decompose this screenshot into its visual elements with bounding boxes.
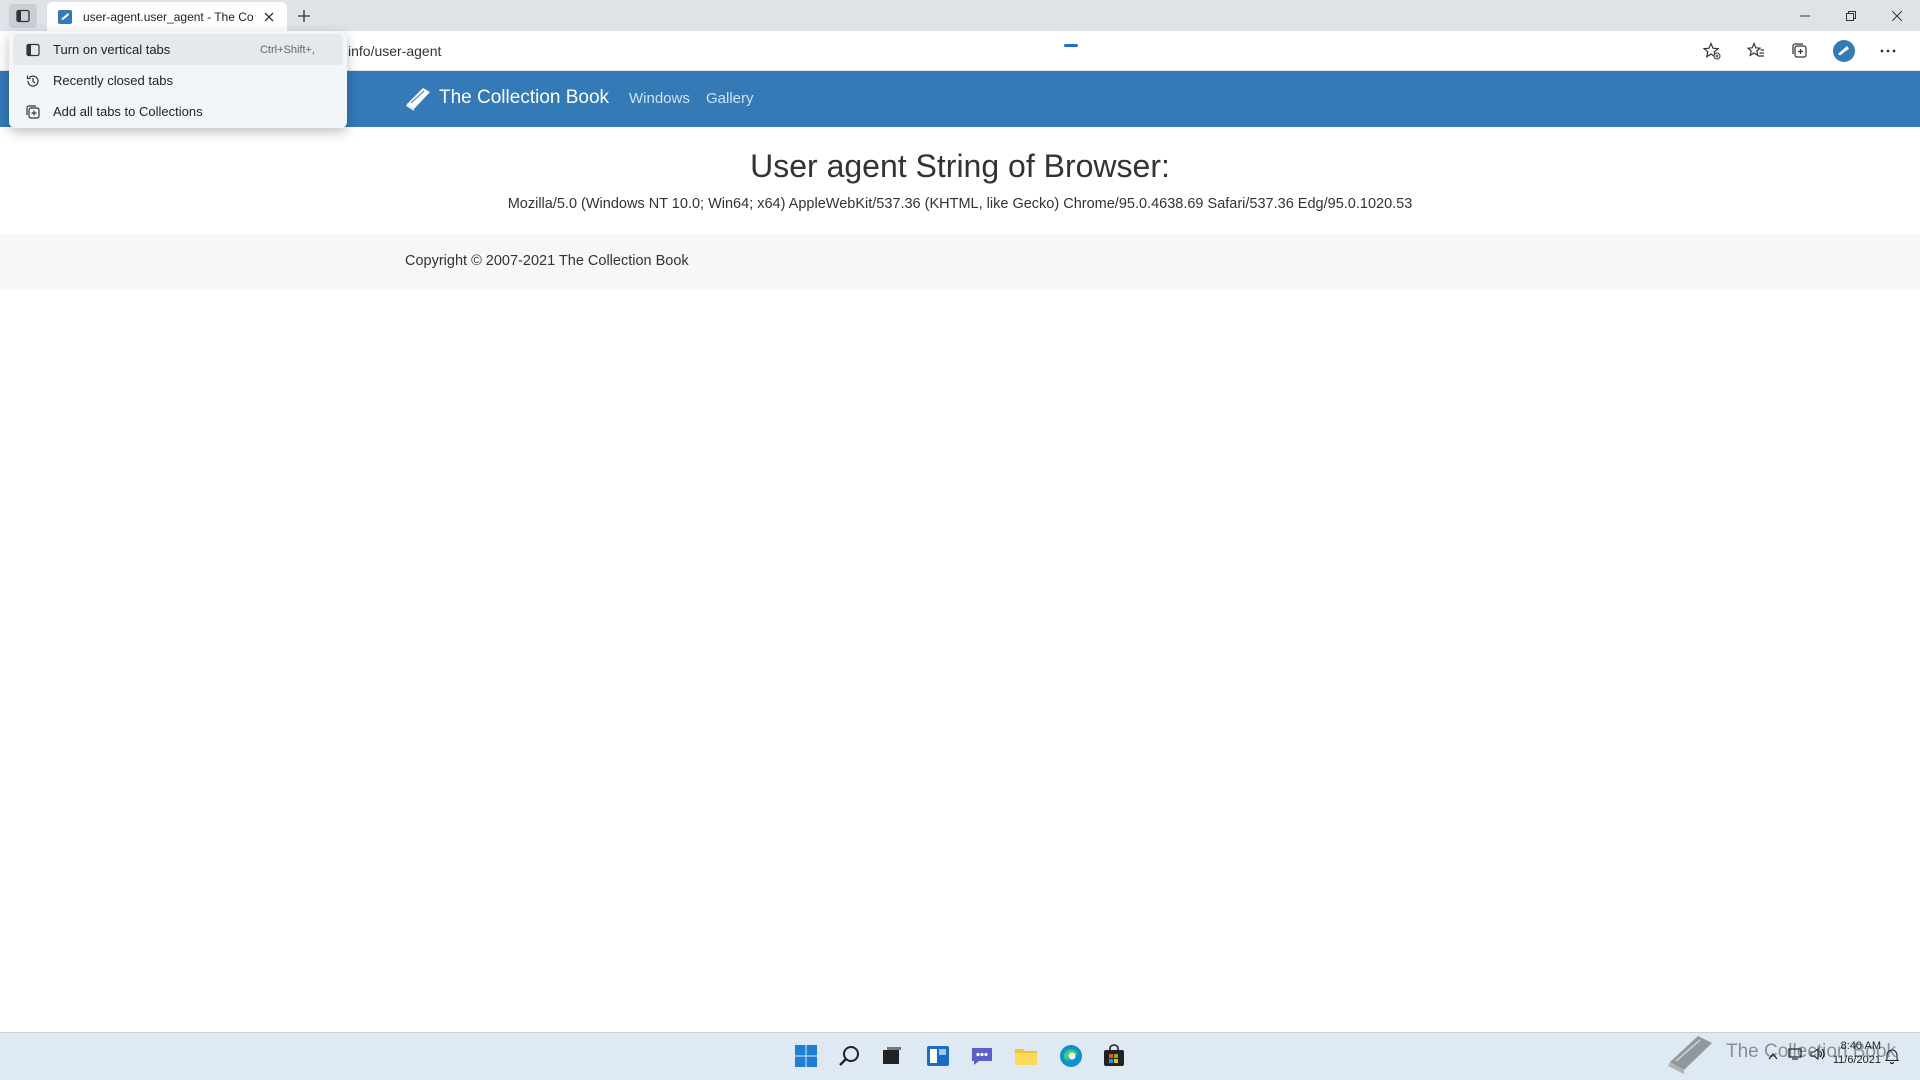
folder-icon bbox=[1015, 1049, 1037, 1065]
minimize-icon bbox=[1800, 15, 1810, 16]
tab-title: user-agent.user_agent - The Collection B… bbox=[83, 10, 253, 24]
menu-label: Recently closed tabs bbox=[53, 73, 173, 88]
menu-item-vertical-tabs[interactable]: Turn on vertical tabs Ctrl+Shift+, bbox=[13, 34, 343, 65]
site-footer: Copyright © 2007-2021 The Collection Boo… bbox=[0, 234, 1920, 290]
plus-icon bbox=[298, 10, 310, 22]
network-icon[interactable] bbox=[1788, 1047, 1802, 1065]
menu-item-recently-closed[interactable]: Recently closed tabs bbox=[13, 65, 343, 96]
collections-icon bbox=[25, 104, 41, 120]
toolbar-icons bbox=[1690, 35, 1910, 67]
taskbar bbox=[0, 1032, 1920, 1080]
start-button[interactable] bbox=[790, 1040, 822, 1072]
tab-strip: user-agent.user_agent - The Collection B… bbox=[0, 0, 1920, 32]
vertical-tabs-icon bbox=[25, 42, 41, 58]
nav-link-windows[interactable]: Windows bbox=[629, 90, 690, 107]
task-view-button[interactable] bbox=[876, 1040, 908, 1072]
edge-active-indicator bbox=[1064, 44, 1078, 47]
star-add-icon bbox=[1703, 42, 1721, 60]
book-logo-icon bbox=[406, 88, 430, 111]
notification-button[interactable] bbox=[1884, 1048, 1900, 1069]
widgets-icon bbox=[927, 1046, 949, 1066]
settings-more-button[interactable] bbox=[1866, 35, 1910, 67]
profile-avatar-icon bbox=[1833, 40, 1855, 62]
book-watermark-icon bbox=[1668, 1036, 1712, 1074]
footer-copyright: Copyright © 2007-2021 The Collection Boo… bbox=[405, 253, 689, 269]
search-button[interactable] bbox=[834, 1040, 866, 1072]
task-view-icon bbox=[883, 1047, 901, 1064]
site-brand-link[interactable]: The Collection Book bbox=[403, 84, 609, 112]
minimize-button[interactable] bbox=[1782, 0, 1828, 31]
teams-chat-button[interactable] bbox=[966, 1040, 998, 1072]
more-dots-icon bbox=[1880, 49, 1896, 53]
close-icon bbox=[1892, 10, 1902, 21]
edge-icon bbox=[1060, 1045, 1082, 1067]
history-icon bbox=[25, 73, 41, 89]
search-icon bbox=[839, 1046, 859, 1066]
tab-actions-icon bbox=[16, 9, 30, 23]
collections-icon bbox=[1792, 43, 1807, 58]
store-bag-icon bbox=[1104, 1044, 1124, 1066]
window-controls bbox=[1782, 0, 1920, 31]
address-bar[interactable]: info/user-agent bbox=[348, 43, 441, 59]
active-tab[interactable]: user-agent.user_agent - The Collection B… bbox=[47, 2, 287, 32]
edge-browser-button[interactable] bbox=[1055, 1040, 1087, 1072]
user-agent-string: Mozilla/5.0 (Windows NT 10.0; Win64; x64… bbox=[507, 196, 1413, 212]
tab-actions-button[interactable] bbox=[9, 4, 37, 28]
file-explorer-button[interactable] bbox=[1010, 1040, 1042, 1072]
nav-link-gallery[interactable]: Gallery bbox=[706, 90, 754, 107]
collections-button[interactable] bbox=[1778, 35, 1822, 67]
close-window-button[interactable] bbox=[1874, 0, 1920, 31]
tab-actions-menu: Turn on vertical tabs Ctrl+Shift+, Recen… bbox=[9, 31, 347, 128]
restore-button[interactable] bbox=[1828, 0, 1874, 31]
clock-time: 8:40 AM bbox=[1840, 1040, 1881, 1052]
restore-icon bbox=[1846, 10, 1856, 21]
brand-name: The Collection Book bbox=[439, 87, 610, 108]
chevron-up-icon[interactable] bbox=[1768, 1047, 1778, 1065]
menu-shortcut: Ctrl+Shift+, bbox=[259, 43, 315, 56]
system-tray bbox=[1768, 1047, 1826, 1065]
widgets-button[interactable] bbox=[922, 1040, 954, 1072]
add-favorite-button[interactable] bbox=[1690, 35, 1734, 67]
clock-date: 11/6/2021 bbox=[1832, 1054, 1881, 1066]
menu-label: Add all tabs to Collections bbox=[53, 104, 203, 119]
favorites-button[interactable] bbox=[1734, 35, 1778, 67]
taskbar-clock[interactable]: 8:40 AM 11/6/2021 bbox=[1823, 1039, 1881, 1067]
notification-icon bbox=[1884, 1049, 1900, 1064]
profile-button[interactable] bbox=[1822, 35, 1866, 67]
page-title: User agent String of Browser: bbox=[750, 148, 1170, 184]
new-tab-button[interactable] bbox=[292, 5, 316, 27]
windows-logo-icon bbox=[795, 1045, 817, 1067]
menu-item-add-to-collections[interactable]: Add all tabs to Collections bbox=[13, 96, 343, 127]
chat-icon bbox=[972, 1048, 992, 1065]
collection-book-favicon-icon bbox=[57, 9, 73, 25]
store-button[interactable] bbox=[1098, 1040, 1130, 1072]
favorites-icon bbox=[1747, 42, 1764, 57]
tab-close-icon[interactable] bbox=[259, 7, 279, 27]
menu-label: Turn on vertical tabs bbox=[53, 42, 171, 57]
